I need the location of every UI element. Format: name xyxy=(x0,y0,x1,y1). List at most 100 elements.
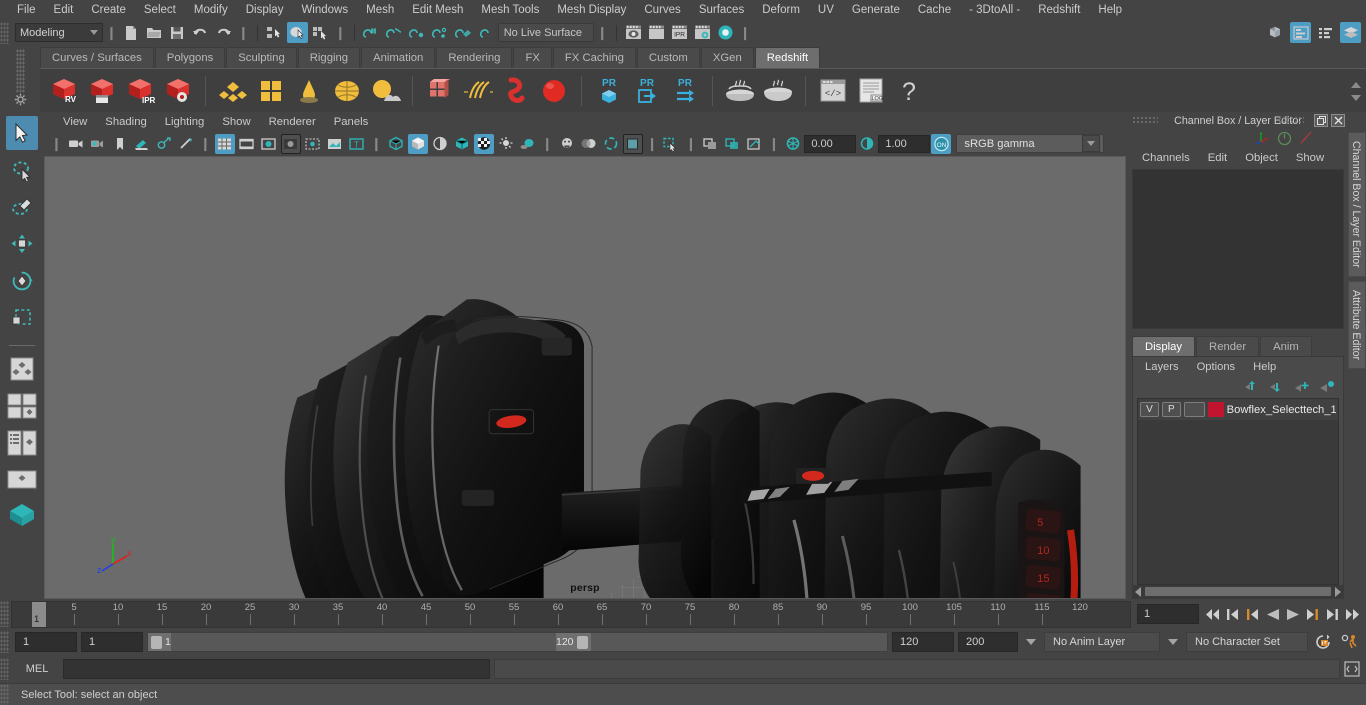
shelf-scroll-arrows[interactable] xyxy=(1348,69,1364,113)
channel-gear-icon[interactable] xyxy=(1277,131,1292,146)
viewport-menu-panels[interactable]: Panels xyxy=(325,112,378,132)
channel-menu-object[interactable]: Object xyxy=(1236,152,1287,164)
menu-3dtoall[interactable]: - 3DtoAll - xyxy=(960,0,1029,20)
layer-menu-options[interactable]: Options xyxy=(1188,361,1245,373)
live-surface-field[interactable]: No Live Surface xyxy=(497,23,594,42)
create-layer-from-selected-icon[interactable] xyxy=(1319,380,1335,393)
shelf-tab-fx[interactable]: FX xyxy=(513,47,552,68)
vp-flap-4[interactable]: ❙ xyxy=(539,136,556,152)
layer-menu-layers[interactable]: Layers xyxy=(1136,361,1188,373)
layer-visibility-toggle[interactable]: V xyxy=(1140,402,1159,417)
shelf-grip[interactable] xyxy=(15,49,25,93)
wireframe-on-shaded-icon[interactable] xyxy=(452,134,472,154)
shelf-tab-sculpting[interactable]: Sculpting xyxy=(226,47,297,68)
menu-generate[interactable]: Generate xyxy=(843,0,909,20)
menu-curves[interactable]: Curves xyxy=(635,0,689,20)
panel-grip-right[interactable] xyxy=(1278,116,1304,125)
animation-end-field[interactable]: 200 xyxy=(958,632,1018,652)
redo-icon[interactable] xyxy=(213,22,234,43)
select-hierarchy-icon[interactable] xyxy=(264,22,285,43)
divider-flap-4[interactable]: ❙ xyxy=(594,25,611,41)
time-slider-grip[interactable] xyxy=(0,601,9,627)
channel-menu-show[interactable]: Show xyxy=(1287,152,1333,164)
scroll-down-icon[interactable] xyxy=(1351,94,1361,101)
grid-toggle-icon[interactable] xyxy=(214,133,235,154)
xray-active-components-icon[interactable] xyxy=(722,134,742,154)
range-start-handle[interactable]: 1 xyxy=(148,633,171,651)
tab-render[interactable]: Render xyxy=(1196,336,1260,356)
redshift-render-settings-icon[interactable] xyxy=(160,73,196,109)
snap-curve-icon[interactable] xyxy=(384,22,405,43)
shelf-tab-redshift[interactable]: Redshift xyxy=(754,47,821,68)
camera-attributes-icon[interactable] xyxy=(88,134,108,154)
menu-modify[interactable]: Modify xyxy=(185,0,237,20)
render-view-icon[interactable] xyxy=(623,22,644,43)
vp-flap-1[interactable]: ❙ xyxy=(48,136,65,152)
snap-point-icon[interactable] xyxy=(407,22,428,43)
menu-set-selector[interactable]: Modeling xyxy=(15,23,103,42)
save-scene-icon[interactable] xyxy=(167,22,188,43)
layout-outliner-persp[interactable] xyxy=(6,426,38,460)
open-scene-icon[interactable] xyxy=(144,22,165,43)
move-layer-down-icon[interactable] xyxy=(1269,380,1285,393)
layer-playback-toggle[interactable]: P xyxy=(1161,402,1181,417)
range-start-field[interactable]: 1 xyxy=(81,632,143,652)
command-input[interactable] xyxy=(63,659,490,679)
help-line-grip[interactable] xyxy=(0,683,9,705)
scroll-right-icon[interactable] xyxy=(1335,586,1341,597)
xray-mesh-icon[interactable] xyxy=(744,134,764,154)
menu-deform[interactable]: Deform xyxy=(753,0,809,20)
layer-list[interactable]: V P Bowflex_Selecttech_10 xyxy=(1137,398,1339,585)
redshift-sky-icon[interactable] xyxy=(367,73,403,109)
divider-flap-3[interactable]: ❙ xyxy=(332,25,349,41)
menu-redshift[interactable]: Redshift xyxy=(1029,0,1089,20)
shadows-icon[interactable] xyxy=(518,134,538,154)
redshift-help-icon[interactable]: ? xyxy=(891,73,927,109)
resolution-gate-icon[interactable] xyxy=(259,134,279,154)
current-frame-field[interactable]: 1 xyxy=(1137,604,1199,624)
hypershade-icon[interactable] xyxy=(715,22,736,43)
channel-menu-edit[interactable]: Edit xyxy=(1199,152,1236,164)
oblique-icon[interactable] xyxy=(176,134,196,154)
gamma-icon[interactable] xyxy=(857,134,877,154)
menu-help[interactable]: Help xyxy=(1089,0,1131,20)
texture-border-icon[interactable]: T xyxy=(347,134,367,154)
step-forward-key-icon[interactable] xyxy=(1305,607,1320,621)
shelf-tab-animation[interactable]: Animation xyxy=(361,47,436,68)
textured-icon[interactable] xyxy=(473,133,494,154)
scroll-up-icon[interactable] xyxy=(1351,81,1361,88)
gamma-value[interactable]: 1.00 xyxy=(878,134,931,153)
shelf-tab-curves-surfaces[interactable]: Curves / Surfaces xyxy=(40,47,154,68)
divider-flap-1[interactable]: ❙ xyxy=(103,25,120,41)
auto-key-icon[interactable] xyxy=(1312,634,1334,649)
shelf-tab-polygons[interactable]: Polygons xyxy=(154,47,226,68)
menu-file[interactable]: File xyxy=(8,0,45,20)
lasso-select-tool[interactable] xyxy=(6,153,38,187)
redshift-light-dome-icon[interactable] xyxy=(291,73,327,109)
redshift-ipr-render-icon[interactable]: IPR xyxy=(122,73,158,109)
modeling-toolkit-icon[interactable] xyxy=(1265,22,1286,43)
range-grip-left[interactable] xyxy=(151,635,162,649)
character-set-dropdown-icon[interactable] xyxy=(1168,639,1178,645)
menu-surfaces[interactable]: Surfaces xyxy=(690,0,753,20)
redshift-texture-icon[interactable] xyxy=(253,73,289,109)
new-scene-icon[interactable] xyxy=(121,22,142,43)
anim-layer-selector[interactable]: No Anim Layer xyxy=(1044,632,1160,652)
menu-uv[interactable]: UV xyxy=(809,0,843,20)
anim-layer-dropdown-icon[interactable] xyxy=(1026,639,1036,645)
move-layer-up-icon[interactable] xyxy=(1244,380,1260,393)
image-plane-icon[interactable] xyxy=(132,134,152,154)
film-origin-icon[interactable] xyxy=(303,134,323,154)
shelf-tab-fx-caching[interactable]: FX Caching xyxy=(552,47,636,68)
redshift-sphere-icon[interactable] xyxy=(536,73,572,109)
tab-anim[interactable]: Anim xyxy=(1260,336,1312,356)
redshift-pr-transfer-icon[interactable]: PR xyxy=(667,73,703,109)
scroll-left-icon[interactable] xyxy=(1135,586,1141,597)
vp-flap-7[interactable]: ❙ xyxy=(765,136,782,152)
transform-axes-icon[interactable] xyxy=(1255,131,1271,145)
play-forwards-icon[interactable] xyxy=(1285,607,1300,621)
redshift-pr-export-icon[interactable]: PR xyxy=(629,73,665,109)
screen-space-ao-icon[interactable] xyxy=(557,134,577,154)
menu-create[interactable]: Create xyxy=(82,0,135,20)
ipr-render-icon[interactable]: IPR xyxy=(669,22,690,43)
